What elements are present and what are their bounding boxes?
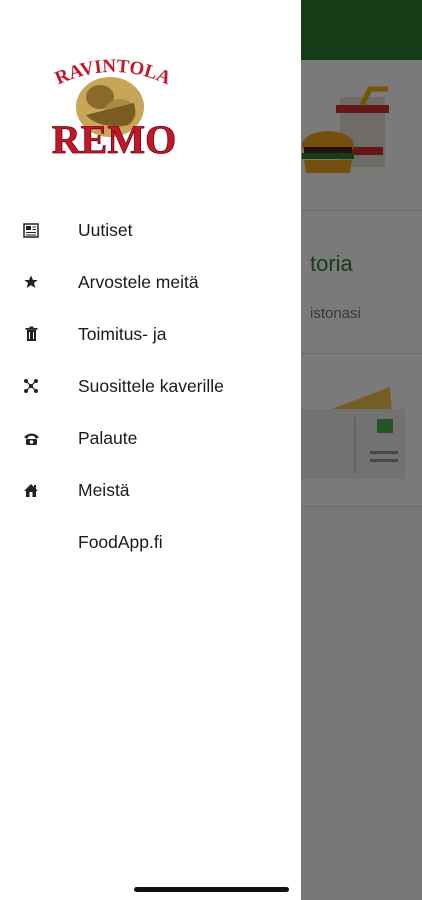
menu-item-news[interactable]: Uutiset [0,204,301,256]
menu-item-recommend[interactable]: Suosittele kaverille [0,360,301,412]
menu-item-rate[interactable]: Arvostele meitä [0,256,301,308]
menu-label-feedback: Palaute [78,427,138,448]
trash-icon [22,325,40,343]
star-icon [22,273,40,291]
share-icon [22,377,40,395]
menu-label-news: Uutiset [78,219,133,240]
phone-icon [22,429,40,447]
menu-label-recommend: Suosittele kaverille [78,375,224,396]
menu-label-delivery: Toimitus- ja [78,323,167,344]
ravintola-remo-logo: RAVINTOLA REMO [51,56,176,163]
newspaper-icon [22,221,40,239]
menu-item-delivery[interactable]: Toimitus- ja [0,308,301,360]
logo-line2: REMO [52,117,176,162]
menu-item-feedback[interactable]: Palaute [0,412,301,464]
drawer-menu: Uutiset Arvostele meitä Toimitus- ja Suo… [0,204,301,568]
menu-label-rate: Arvostele meitä [78,271,199,292]
home-indicator[interactable] [134,887,289,892]
navigation-drawer: RAVINTOLA REMO Uutiset Arvostele meitä T… [0,0,301,900]
menu-label-foodapp: FoodApp.fi [78,531,163,552]
menu-label-about: Meistä [78,479,130,500]
menu-item-about[interactable]: Meistä [0,464,301,516]
home-icon [22,481,40,499]
menu-item-foodapp[interactable]: FoodApp.fi [0,516,301,568]
